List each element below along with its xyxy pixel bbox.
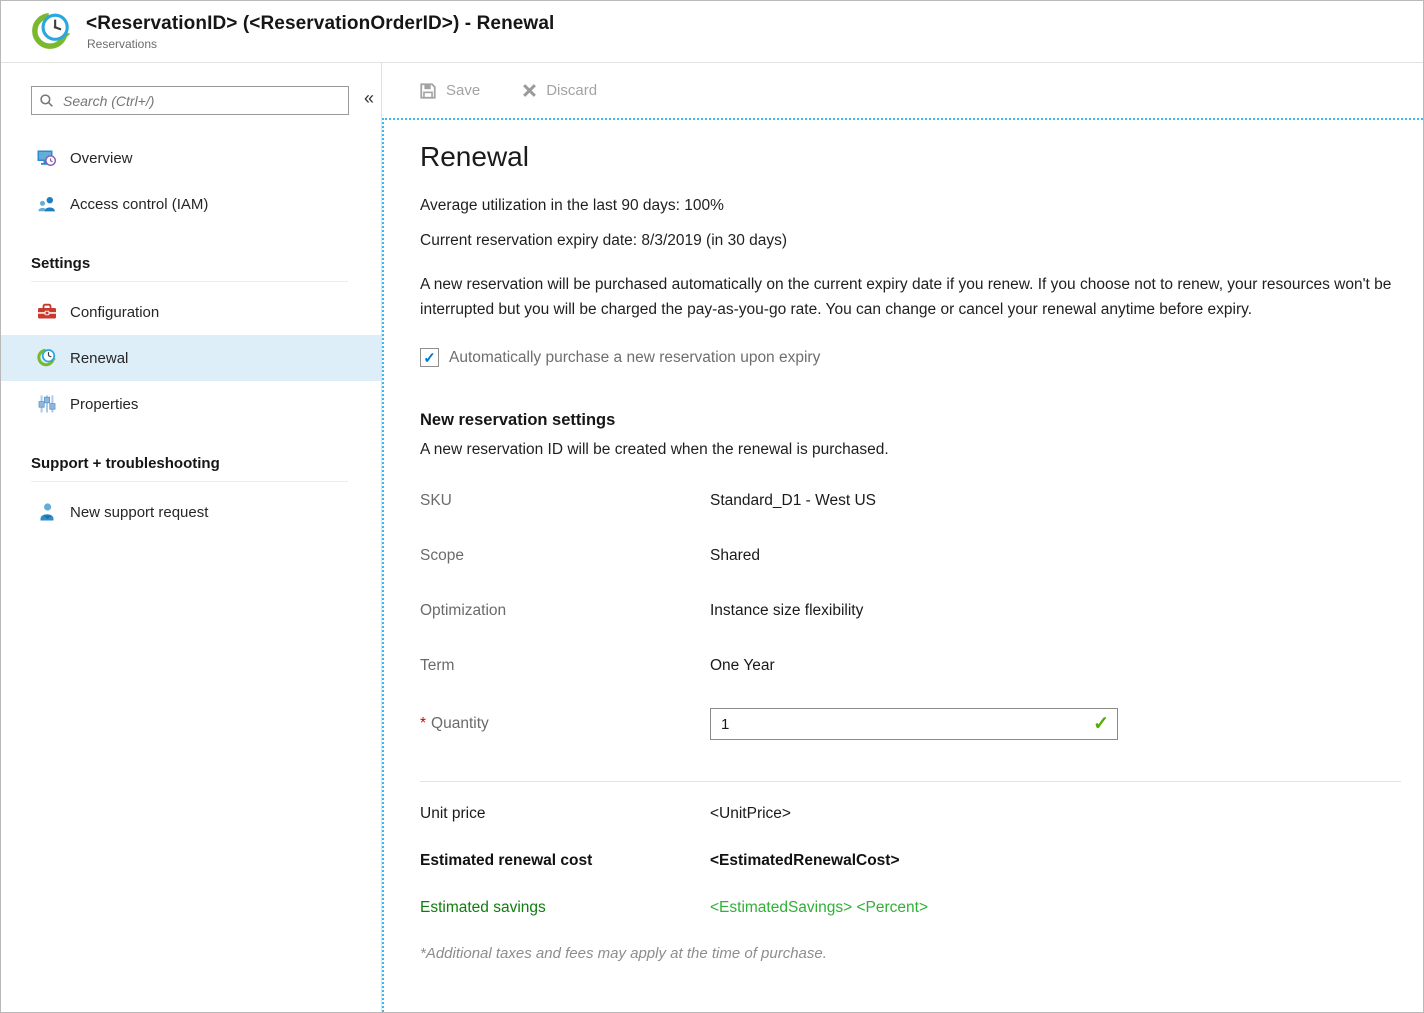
divider <box>31 481 348 482</box>
field-row-sku: SKU Standard_D1 - West US <box>420 473 1403 528</box>
sidebar-item-new-support-request[interactable]: New support request <box>1 489 381 535</box>
blade-header: <ReservationID> (<ReservationOrderID>) -… <box>1 1 1423 63</box>
quantity-row: *Quantity ✓ <box>420 695 1403 753</box>
divider <box>420 781 1401 782</box>
sidebar-item-label: Renewal <box>70 350 128 367</box>
properties-icon <box>36 394 57 415</box>
auto-renew-label: Automatically purchase a new reservation… <box>449 349 820 367</box>
sidebar-nav: Overview Access control (IAM) Settings <box>1 135 381 535</box>
sidebar-section-settings: Settings <box>1 255 381 272</box>
reservations-logo-icon <box>31 11 73 53</box>
quantity-input[interactable] <box>710 708 1118 740</box>
renewal-description: A new reservation will be purchased auto… <box>420 272 1403 322</box>
save-icon <box>419 82 437 100</box>
sidebar-item-properties[interactable]: Properties <box>1 381 381 427</box>
sidebar-item-label: Overview <box>70 150 133 167</box>
field-row-term: Term One Year <box>420 638 1403 693</box>
page-subtitle: Reservations <box>86 37 554 51</box>
save-button[interactable]: Save <box>419 82 480 100</box>
overview-icon <box>36 148 57 169</box>
field-value: Standard_D1 - West US <box>710 492 876 510</box>
page-title: <ReservationID> (<ReservationOrderID>) -… <box>86 13 554 35</box>
search-input[interactable] <box>61 92 341 110</box>
sidebar-item-label: Access control (IAM) <box>70 196 208 213</box>
estimated-savings-row: Estimated savings <EstimatedSavings> <Pe… <box>420 884 1403 931</box>
field-value: Instance size flexibility <box>710 602 863 620</box>
sidebar-item-overview[interactable]: Overview <box>1 135 381 181</box>
save-label: Save <box>446 82 480 99</box>
price-value: <EstimatedSavings> <Percent> <box>710 899 928 917</box>
field-label: SKU <box>420 492 710 510</box>
quantity-label: * Quantity <box>420 715 710 733</box>
price-value: <UnitPrice> <box>710 805 791 823</box>
sidebar-search-box[interactable] <box>31 86 349 115</box>
collapse-sidebar-button[interactable]: « <box>358 86 380 108</box>
field-row-optimization: Optimization Instance size flexibility <box>420 583 1403 638</box>
price-label: Estimated renewal cost <box>420 852 710 870</box>
sidebar-item-label: New support request <box>70 504 208 521</box>
expiry-line: Current reservation expiry date: 8/3/201… <box>420 232 1403 250</box>
configuration-icon <box>36 302 57 323</box>
discard-icon <box>522 83 537 98</box>
field-value: Shared <box>710 547 760 565</box>
price-value: <EstimatedRenewalCost> <box>710 852 900 870</box>
discard-label: Discard <box>546 82 597 99</box>
required-marker: * <box>420 715 426 732</box>
field-label: Scope <box>420 547 710 565</box>
estimated-renewal-cost-row: Estimated renewal cost <EstimatedRenewal… <box>420 837 1403 884</box>
quantity-label-text: Quantity <box>431 715 489 732</box>
content-title: Renewal <box>420 141 1403 173</box>
utilization-line: Average utilization in the last 90 days:… <box>420 197 1403 215</box>
auto-renew-row: ✓ Automatically purchase a new reservati… <box>420 348 1403 367</box>
sidebar: « Overview <box>1 63 382 1012</box>
field-value: One Year <box>710 657 775 675</box>
main-panel: Save Discard Renewal Average utilization… <box>382 63 1423 1012</box>
auto-renew-checkbox[interactable]: ✓ <box>420 348 439 367</box>
unit-price-row: Unit price <UnitPrice> <box>420 790 1403 837</box>
renewal-icon <box>36 348 57 369</box>
field-row-scope: Scope Shared <box>420 528 1403 583</box>
sidebar-item-configuration[interactable]: Configuration <box>1 289 381 335</box>
sidebar-item-label: Configuration <box>70 304 159 321</box>
reservation-renewal-window: <ReservationID> (<ReservationOrderID>) -… <box>0 0 1424 1013</box>
command-bar: Save Discard <box>382 63 1423 118</box>
sidebar-item-access-control[interactable]: Access control (IAM) <box>1 181 381 227</box>
sidebar-section-support: Support + troubleshooting <box>1 455 381 472</box>
sidebar-item-renewal[interactable]: Renewal <box>1 335 381 381</box>
access-control-icon <box>36 194 57 215</box>
renewal-blade-content: Renewal Average utilization in the last … <box>382 118 1423 1012</box>
divider <box>31 281 348 282</box>
new-reservation-settings-subtitle: A new reservation ID will be created whe… <box>420 441 1403 459</box>
taxes-footnote: *Additional taxes and fees may apply at … <box>420 945 1403 962</box>
sidebar-item-label: Properties <box>70 396 138 413</box>
field-label: Term <box>420 657 710 675</box>
discard-button[interactable]: Discard <box>522 82 597 99</box>
field-label: Optimization <box>420 602 710 620</box>
price-label: Unit price <box>420 805 710 823</box>
search-icon <box>39 93 54 108</box>
support-request-icon <box>36 502 57 523</box>
price-label: Estimated savings <box>420 899 710 917</box>
new-reservation-settings-title: New reservation settings <box>420 411 1403 430</box>
